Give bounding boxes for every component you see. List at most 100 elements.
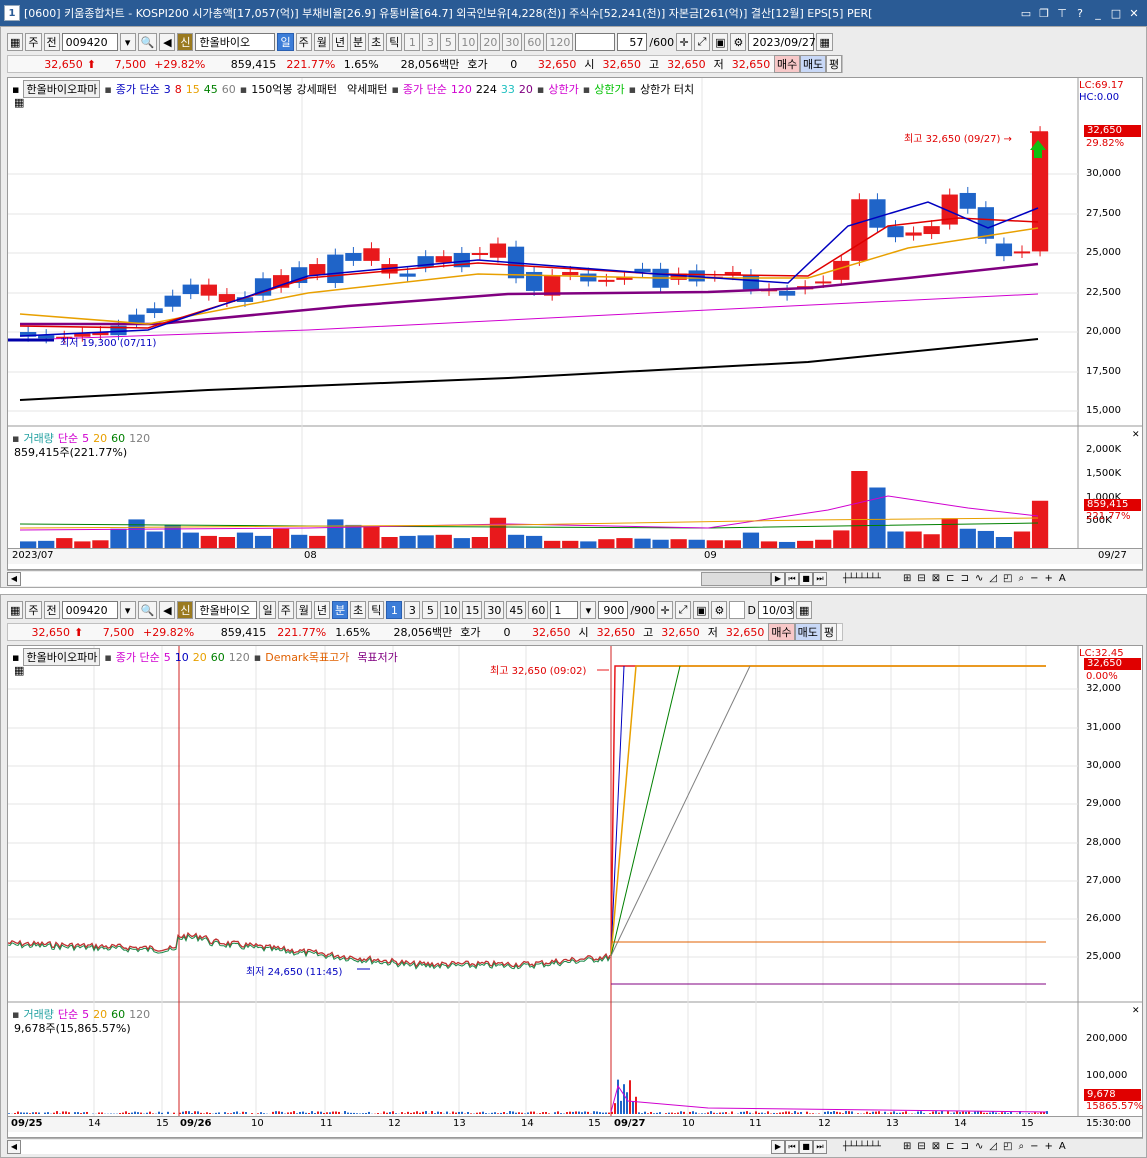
credit-badge[interactable]: 신 — [177, 601, 194, 619]
tool-icon[interactable]: ⊐ — [961, 1141, 969, 1152]
scroll-track[interactable] — [21, 571, 701, 586]
bottom-scrollbar[interactable]: ◀ ▶ ⏮ ■ ⏭ ┼┴┴┴┴┴┴ ⊞ ⊟ ⊠ ⊏ ⊐ ∿ ◿ ◰ ⌕ − + A — [7, 1138, 1143, 1154]
tool-icon[interactable]: ⊏ — [946, 1141, 954, 1152]
interval-5-button[interactable]: 5 — [422, 601, 439, 619]
text-size-icon[interactable]: A — [1059, 573, 1066, 584]
sell-button[interactable]: 매도 — [794, 623, 821, 641]
tool-icon[interactable]: ◰ — [1003, 1141, 1012, 1152]
sell-button[interactable]: 매도 — [800, 55, 826, 73]
interval-10-button[interactable]: 10 — [458, 33, 479, 51]
market-button[interactable]: 전 — [43, 601, 60, 619]
interval-60-button[interactable]: 60 — [524, 33, 545, 51]
legend-stock-name[interactable]: 한올바이오파마 — [23, 648, 101, 666]
code-dropdown-icon[interactable]: ▾ — [119, 601, 136, 619]
cascade-icon[interactable]: ❐ — [1037, 7, 1051, 20]
play-icon[interactable]: ⏭ — [813, 1139, 827, 1154]
rewind-icon[interactable]: ⏮ — [785, 571, 799, 586]
interval-1-button[interactable]: 1 — [404, 33, 421, 51]
interval-30-button[interactable]: 30 — [484, 601, 505, 619]
search-icon[interactable]: 🔍 — [137, 33, 158, 51]
save-icon[interactable]: ▣ — [712, 33, 729, 51]
stop-icon[interactable]: ■ — [799, 1139, 813, 1154]
period-tick-tab[interactable]: 틱 — [368, 601, 385, 619]
interval-3-button[interactable]: 3 — [404, 601, 421, 619]
scroll-right-icon[interactable]: ▶ — [771, 571, 785, 586]
period-week-tab[interactable]: 주 — [277, 601, 294, 619]
period-second-tab[interactable]: 초 — [350, 601, 367, 619]
scroll-thumb[interactable] — [701, 571, 771, 586]
interval-120-button[interactable]: 120 — [546, 33, 574, 51]
text-size-icon[interactable]: A — [1059, 1141, 1066, 1152]
gear-icon[interactable]: ⚙ — [730, 33, 747, 51]
code-input[interactable]: 009420 — [61, 601, 118, 619]
scroll-track[interactable] — [21, 1139, 771, 1154]
legend-stock-name[interactable]: 한올바이오파마 — [23, 80, 101, 98]
tool-icon[interactable]: ⊟ — [917, 573, 925, 584]
period-week-tab[interactable]: 주 — [295, 33, 312, 51]
stock-type-button[interactable]: 주 — [25, 33, 42, 51]
stop-icon[interactable]: ■ — [799, 571, 813, 586]
rewind-icon[interactable]: ⏮ — [785, 1139, 799, 1154]
maximize-icon[interactable]: □ — [1109, 7, 1123, 20]
zoom-minus-icon[interactable]: − — [1030, 573, 1038, 584]
tool-icon[interactable]: ⊐ — [961, 573, 969, 584]
zoom-minus-icon[interactable]: − — [1030, 1141, 1038, 1152]
zoom-in-icon[interactable]: ⌕ — [1019, 573, 1025, 584]
interval-20-button[interactable]: 20 — [480, 33, 501, 51]
period-year-tab[interactable]: 년 — [331, 33, 348, 51]
tool-icon[interactable]: ⊟ — [917, 1141, 925, 1152]
help-icon[interactable]: ? — [1073, 7, 1087, 20]
calendar-icon[interactable]: ▦ — [816, 33, 833, 51]
eval-button[interactable]: 평 — [820, 623, 837, 641]
interval-30-button[interactable]: 30 — [502, 33, 523, 51]
tool-icon[interactable]: ⊏ — [946, 573, 954, 584]
interval-custom-input[interactable] — [575, 33, 616, 51]
tool-icon[interactable]: ⊠ — [932, 1141, 940, 1152]
chart-menu-icon[interactable]: ▦ — [7, 33, 24, 51]
period-month-tab[interactable]: 월 — [295, 601, 312, 619]
volume-close-icon[interactable]: ✕ — [1132, 430, 1140, 440]
market-button[interactable]: 전 — [43, 33, 60, 51]
tool-icon[interactable]: ⊞ — [903, 573, 911, 584]
daily-chart-area[interactable]: ▪ 한올바이오파마 ▪ 종가 단순 3 8 15 45 60 ▪ 150억봉 강… — [7, 77, 1143, 570]
credit-badge[interactable]: 신 — [177, 33, 194, 51]
zoom-plus-icon[interactable]: + — [1045, 1141, 1053, 1152]
interval-3-button[interactable]: 3 — [422, 33, 439, 51]
interval-dropdown-icon[interactable]: ▾ — [580, 601, 597, 619]
calendar-icon[interactable]: ▦ — [795, 601, 813, 619]
tool-icon[interactable]: ◿ — [989, 573, 997, 584]
scroll-right-icon[interactable]: ▶ — [771, 1139, 785, 1154]
top-scrollbar[interactable]: ◀ ▶ ⏮ ■ ⏭ ┼┴┴┴┴┴┴ ⊞ ⊟ ⊠ ⊏ ⊐ ∿ ◿ ◰ ⌕ − + A — [7, 570, 1143, 586]
restore-icon[interactable]: ▭ — [1019, 7, 1033, 20]
period-day-tab[interactable]: 일 — [277, 33, 294, 51]
chart-menu-icon[interactable]: ▦ — [7, 601, 24, 619]
interval-60-button[interactable]: 60 — [528, 601, 549, 619]
search-icon[interactable]: 🔍 — [137, 601, 158, 619]
buy-button[interactable]: 매수 — [768, 623, 795, 641]
tool-icon[interactable]: ∿ — [975, 573, 983, 584]
interval-1-button[interactable]: 1 — [386, 601, 403, 619]
zoom-plus-icon[interactable]: + — [1045, 573, 1053, 584]
tool-icon[interactable]: ◰ — [1003, 573, 1012, 584]
tool-icon[interactable]: ⊞ — [903, 1141, 911, 1152]
minimize-icon[interactable]: _ — [1091, 7, 1105, 20]
period-day-tab[interactable]: 일 — [259, 601, 276, 619]
buy-button[interactable]: 매수 — [774, 55, 801, 73]
interval-10-button[interactable]: 10 — [440, 601, 461, 619]
pin-icon[interactable]: ⊤ — [1055, 7, 1069, 20]
zoom-slider[interactable]: ┼┴┴┴┴┴┴ — [827, 1142, 897, 1152]
period-minute-tab[interactable]: 분 — [331, 601, 349, 619]
scroll-left-icon[interactable]: ◀ — [7, 1139, 21, 1154]
interval-custom-input[interactable]: 1 — [550, 601, 579, 619]
interval-5-button[interactable]: 5 — [440, 33, 457, 51]
tool-icon[interactable]: ◿ — [989, 1141, 997, 1152]
play-icon[interactable]: ⏭ — [813, 571, 827, 586]
eval-button[interactable]: 평 — [826, 55, 842, 73]
zoom-in-icon[interactable]: ⌕ — [1019, 1141, 1025, 1152]
tool-icon[interactable]: ∿ — [975, 1141, 983, 1152]
volume-close-icon[interactable]: ✕ — [1132, 1006, 1140, 1016]
ruler-icon[interactable]: ⤢ — [675, 601, 692, 619]
code-input[interactable]: 009420 — [61, 33, 118, 51]
zoom-slider[interactable]: ┼┴┴┴┴┴┴ — [827, 574, 897, 584]
period-tick-tab[interactable]: 틱 — [386, 33, 403, 51]
